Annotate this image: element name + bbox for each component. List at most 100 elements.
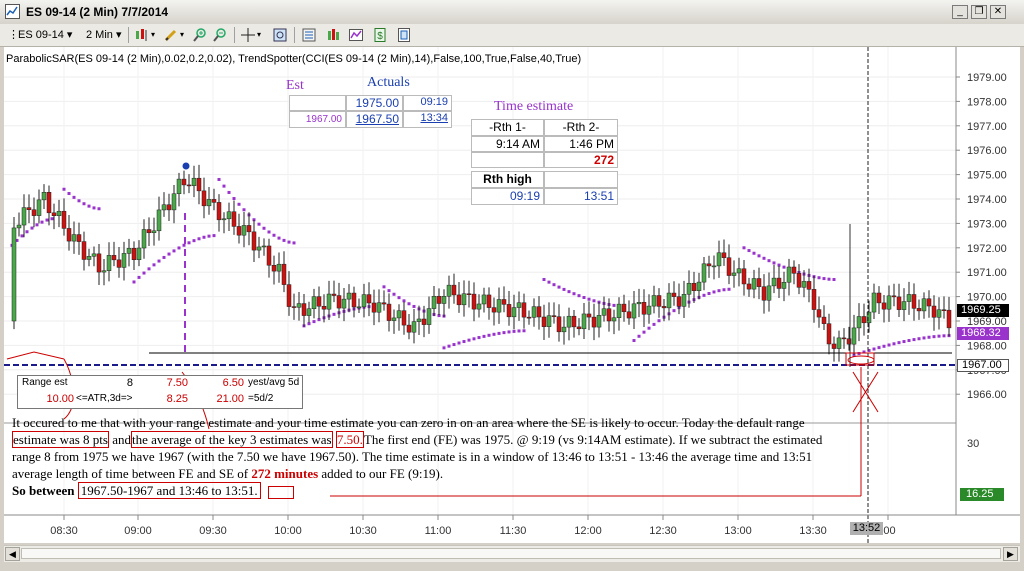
candle-body [116, 259, 122, 268]
sar-dot [237, 202, 241, 206]
candle-body [416, 318, 422, 322]
horizontal-scrollbar[interactable]: ◀ ▶ [4, 545, 1020, 562]
draw-dropdown-icon[interactable]: ▾ [180, 27, 184, 43]
candle-body [741, 268, 747, 285]
indicators-icon[interactable] [326, 27, 342, 43]
window-title: ES 09-14 (2 Min) 7/7/2014 [26, 5, 169, 19]
candle-body [651, 295, 657, 307]
minimize-button[interactable]: _ [952, 5, 968, 19]
scroll-left-button[interactable]: ◀ [5, 547, 20, 561]
candle-body [916, 308, 922, 312]
sar-dot [722, 288, 726, 292]
bar-type-icon[interactable] [134, 27, 150, 43]
candle-body [336, 295, 342, 309]
candle-body [746, 283, 752, 290]
candle-body [616, 303, 622, 318]
interval-label: 2 Min [86, 29, 113, 41]
sar-dot [702, 293, 706, 297]
candle-body [361, 294, 367, 308]
candle-body [396, 310, 402, 319]
cursor-time-marker: 13:52 [850, 522, 883, 535]
scroll-track[interactable] [21, 548, 1001, 559]
chart-panel[interactable]: 1979.00 1978.00 1977.00 1976.00 1975.00 1974.… [4, 47, 1020, 543]
crosshair-dropdown-icon[interactable]: ▾ [257, 27, 261, 43]
sar-dot [892, 342, 896, 346]
strategies-icon[interactable] [348, 27, 364, 43]
candle-body [886, 295, 892, 310]
candle-body [496, 299, 502, 313]
restore-button[interactable]: ❐ [971, 5, 987, 19]
candle-body [366, 294, 372, 304]
candle-body [231, 211, 237, 227]
scroll-right-button[interactable]: ▶ [1003, 547, 1018, 561]
sar-dot [517, 329, 521, 333]
candle-body [546, 315, 552, 327]
candle-body [721, 252, 727, 258]
candle-body [791, 266, 797, 274]
candle-body [656, 295, 662, 307]
time-tick-label: 11:00 [425, 525, 452, 537]
close-button[interactable]: ✕ [990, 5, 1006, 19]
candle-body [676, 296, 682, 307]
draw-pencil-icon[interactable] [163, 27, 179, 43]
sar-dot [447, 344, 451, 348]
data-box-icon[interactable] [272, 27, 288, 43]
candle-body [931, 305, 937, 318]
properties-icon[interactable] [301, 27, 317, 43]
candle-body [921, 298, 927, 312]
chart-app-icon [5, 4, 20, 19]
candle-body [826, 323, 832, 345]
bar-type-dropdown-icon[interactable]: ▾ [151, 27, 155, 43]
candle-body [91, 253, 97, 257]
candle-body [706, 263, 712, 267]
candle-body [321, 305, 327, 310]
candle-body [556, 316, 562, 333]
notes-average-phrase: the average of the key 3 estimates was [131, 431, 333, 448]
candle-body [541, 316, 547, 327]
sar-dot [20, 234, 24, 238]
candle-body [86, 256, 92, 260]
cci-axis-label-30: 30 [967, 438, 980, 450]
templates-icon[interactable] [396, 27, 412, 43]
candle-body [196, 177, 202, 192]
candle-body [451, 284, 457, 296]
candle-body [661, 306, 667, 309]
sar-dot [312, 320, 316, 324]
crosshair-icon[interactable] [240, 27, 256, 43]
sar-dot [167, 252, 171, 256]
sar-dot [152, 263, 156, 267]
sar-dot [612, 303, 616, 307]
sar-dot [742, 246, 746, 250]
candle-body [406, 324, 412, 333]
actuals-header: Actuals [367, 75, 410, 90]
candle-body [821, 316, 827, 324]
interval-dropdown[interactable]: 2 Min ▾ [86, 27, 121, 43]
instrument-dropdown[interactable]: ES 09-14 ▾ [18, 27, 72, 43]
chart-trader-icon[interactable]: $ [372, 27, 388, 43]
candle-body [381, 302, 387, 305]
candle-body [236, 226, 242, 236]
candle-body [881, 302, 887, 310]
sar-dot [87, 204, 91, 208]
candle-body [206, 199, 212, 207]
sar-dot [257, 222, 261, 226]
sar-dot [902, 340, 906, 344]
zoom-out-icon[interactable] [212, 27, 228, 43]
notes-line2-rest: The first end (FE) was 1975. @ 9:19 (vs … [363, 432, 823, 447]
candle-body [511, 307, 517, 318]
candle-body [841, 337, 847, 340]
candle-body [21, 207, 27, 226]
candle-body [446, 284, 452, 297]
zoom-in-icon[interactable] [192, 27, 208, 43]
candle-body [76, 234, 82, 242]
candle-body [46, 192, 52, 214]
candle-body [731, 272, 737, 276]
sar-dot [472, 337, 476, 341]
sar-dot [917, 337, 921, 341]
sar-dot [72, 195, 76, 199]
candle-body [306, 308, 312, 316]
sar-dot [717, 289, 721, 293]
candle-body [576, 326, 582, 330]
sar-dot [462, 340, 466, 344]
sar-dot [242, 208, 246, 212]
